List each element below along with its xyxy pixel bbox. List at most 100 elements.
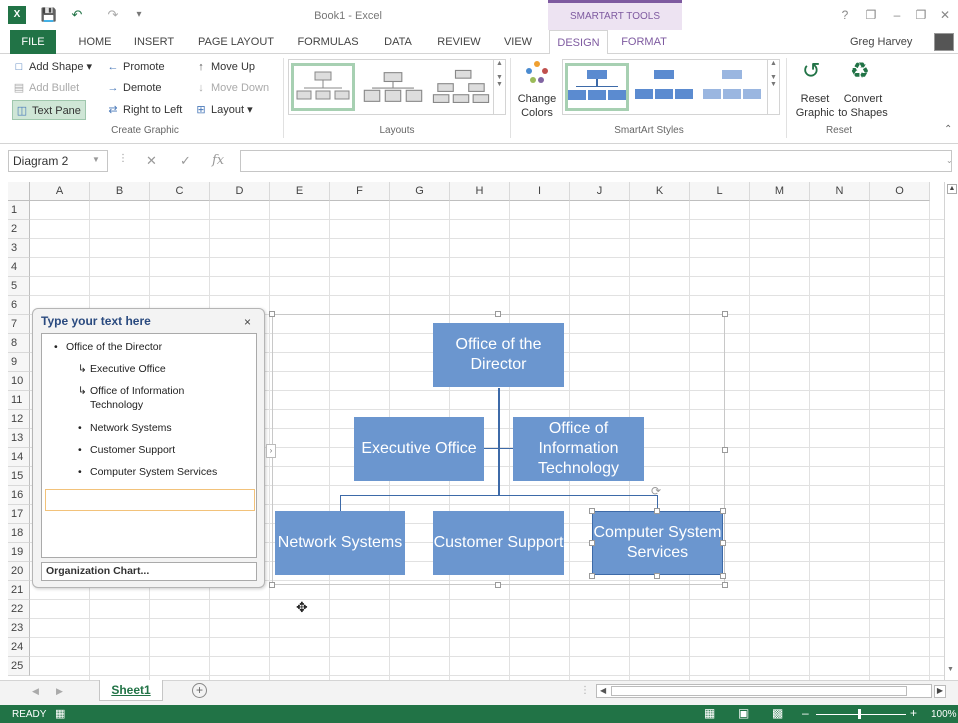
add-bullet-button[interactable]: ▤ Add Bullet	[12, 78, 79, 98]
splitter-icon[interactable]: ⋮	[580, 685, 590, 696]
text-pane-item[interactable]: ↳ Office of Information Technology	[78, 384, 240, 412]
scroll-thumb[interactable]	[611, 686, 907, 696]
scroll-right-icon[interactable]: ▶	[934, 685, 946, 698]
text-pane-body[interactable]: • Office of the Director ↳ Executive Office…	[41, 333, 257, 558]
row-header[interactable]: 10	[8, 372, 30, 391]
tab-formulas[interactable]: FORMULAS	[292, 30, 364, 54]
help-button[interactable]: ?	[836, 7, 854, 23]
row-header[interactable]: 21	[8, 581, 30, 600]
expand-formula-bar-icon[interactable]: ⌄	[946, 156, 953, 165]
user-name[interactable]: Greg Harvey	[850, 36, 912, 48]
cancel-icon[interactable]: ✕	[146, 153, 157, 169]
shape-handle[interactable]	[720, 573, 726, 579]
text-pane-item[interactable]: ↳ Executive Office	[78, 362, 240, 376]
row-header[interactable]: 18	[8, 524, 30, 543]
row-header[interactable]: 14	[8, 448, 30, 467]
shape-handle[interactable]	[589, 540, 595, 546]
column-header[interactable]: G	[390, 182, 450, 201]
layout-thumb-org-chart[interactable]	[291, 63, 355, 111]
row-header[interactable]: 16	[8, 486, 30, 505]
close-button[interactable]: ✕	[936, 7, 954, 23]
layout-button[interactable]: ⊞ Layout ▾	[194, 100, 252, 120]
scroll-left-icon[interactable]: ◀	[600, 686, 606, 695]
tab-view[interactable]: VIEW	[498, 30, 538, 54]
row-header[interactable]: 9	[8, 353, 30, 372]
avatar[interactable]	[934, 33, 954, 51]
styles-gallery-scroll[interactable]: ▲ ▼ ▼	[767, 60, 779, 114]
tab-data[interactable]: DATA	[376, 30, 420, 54]
text-pane-item[interactable]: • Computer System Services	[78, 465, 240, 479]
formula-input[interactable]	[240, 150, 952, 172]
scroll-down-icon[interactable]: ▼	[947, 666, 954, 673]
shape-handle[interactable]	[589, 573, 595, 579]
column-header[interactable]: I	[510, 182, 570, 201]
tab-review[interactable]: REVIEW	[432, 30, 486, 54]
row-header[interactable]: 15	[8, 467, 30, 486]
column-header[interactable]: E	[270, 182, 330, 201]
vertical-scrollbar[interactable]: ▲ ▼	[944, 182, 958, 680]
row-header[interactable]: 19	[8, 543, 30, 562]
text-pane-toggle-icon[interactable]: ›	[266, 444, 276, 458]
frame-handle[interactable]	[495, 582, 501, 588]
row-header[interactable]: 6	[8, 296, 30, 315]
add-shape-button[interactable]: □ Add Shape ▾	[12, 57, 92, 77]
frame-handle[interactable]	[269, 311, 275, 317]
demote-button[interactable]: → Demote	[106, 78, 162, 98]
row-header[interactable]: 22	[8, 600, 30, 619]
column-header[interactable]: N	[810, 182, 870, 201]
change-colors-button[interactable]: Change Colors	[514, 58, 560, 124]
layout-thumb-half-circle[interactable]	[429, 63, 493, 111]
page-break-view-icon[interactable]: ▩	[772, 706, 783, 720]
shape-handle[interactable]	[720, 508, 726, 514]
promote-button[interactable]: ← Promote	[106, 57, 165, 77]
row-header[interactable]: 2	[8, 220, 30, 239]
org-box-computer-system-services[interactable]: Computer System Services	[592, 511, 723, 575]
new-sheet-button[interactable]: +	[192, 683, 207, 698]
scroll-up-icon[interactable]: ▲	[947, 184, 957, 194]
name-box-dropdown-icon[interactable]: ▼	[92, 155, 100, 164]
column-header[interactable]: K	[630, 182, 690, 201]
move-down-button[interactable]: ↓ Move Down	[194, 78, 269, 98]
page-layout-view-icon[interactable]: ▣	[738, 706, 749, 720]
org-box-director[interactable]: Office of the Director	[433, 323, 564, 387]
text-pane-button[interactable]: ◫ Text Pane	[12, 100, 86, 120]
tab-insert[interactable]: INSERT	[128, 30, 180, 54]
prev-sheet-icon[interactable]: ◀	[32, 686, 39, 697]
layouts-gallery[interactable]: ▲ ▼ ▼	[288, 59, 506, 115]
layout-thumb-name-title[interactable]	[361, 63, 425, 111]
style-thumb-white-outline[interactable]	[635, 63, 699, 111]
reset-graphic-button[interactable]: ↺ Reset Graphic	[790, 58, 840, 124]
row-header[interactable]: 24	[8, 638, 30, 657]
collapse-ribbon-icon[interactable]: ⌃	[944, 124, 952, 135]
row-header[interactable]: 5	[8, 277, 30, 296]
tab-format[interactable]: FORMAT	[608, 30, 680, 54]
text-pane-close-button[interactable]: ×	[244, 315, 251, 329]
row-header[interactable]: 11	[8, 391, 30, 410]
tab-home[interactable]: HOME	[70, 30, 120, 54]
row-header[interactable]: 25	[8, 657, 30, 676]
text-pane-item[interactable]: • Office of the Director	[54, 340, 246, 354]
move-up-button[interactable]: ↑ Move Up	[194, 57, 255, 77]
column-header[interactable]: L	[690, 182, 750, 201]
right-to-left-button[interactable]: ⇄ Right to Left	[106, 100, 182, 120]
column-header[interactable]: C	[150, 182, 210, 201]
row-header[interactable]: 3	[8, 239, 30, 258]
tab-file[interactable]: FILE	[10, 30, 56, 54]
row-header[interactable]: 17	[8, 505, 30, 524]
style-thumb-subtle[interactable]	[703, 63, 767, 111]
normal-view-icon[interactable]: ▦	[704, 706, 715, 720]
column-header[interactable]: J	[570, 182, 630, 201]
text-pane-item[interactable]: • Network Systems	[78, 421, 240, 435]
zoom-in-icon[interactable]: +	[910, 706, 917, 720]
restore-button[interactable]: ❐	[912, 7, 930, 23]
layouts-gallery-scroll[interactable]: ▲ ▼ ▼	[493, 60, 505, 114]
smartart-styles-gallery[interactable]: ▲ ▼ ▼	[562, 59, 780, 115]
column-header[interactable]: O	[870, 182, 930, 201]
shape-handle[interactable]	[654, 573, 660, 579]
zoom-level[interactable]: 100%	[931, 709, 957, 720]
column-header[interactable]: F	[330, 182, 390, 201]
column-header[interactable]: M	[750, 182, 810, 201]
row-header[interactable]: 4	[8, 258, 30, 277]
zoom-slider[interactable]	[816, 714, 906, 715]
column-header[interactable]: B	[90, 182, 150, 201]
